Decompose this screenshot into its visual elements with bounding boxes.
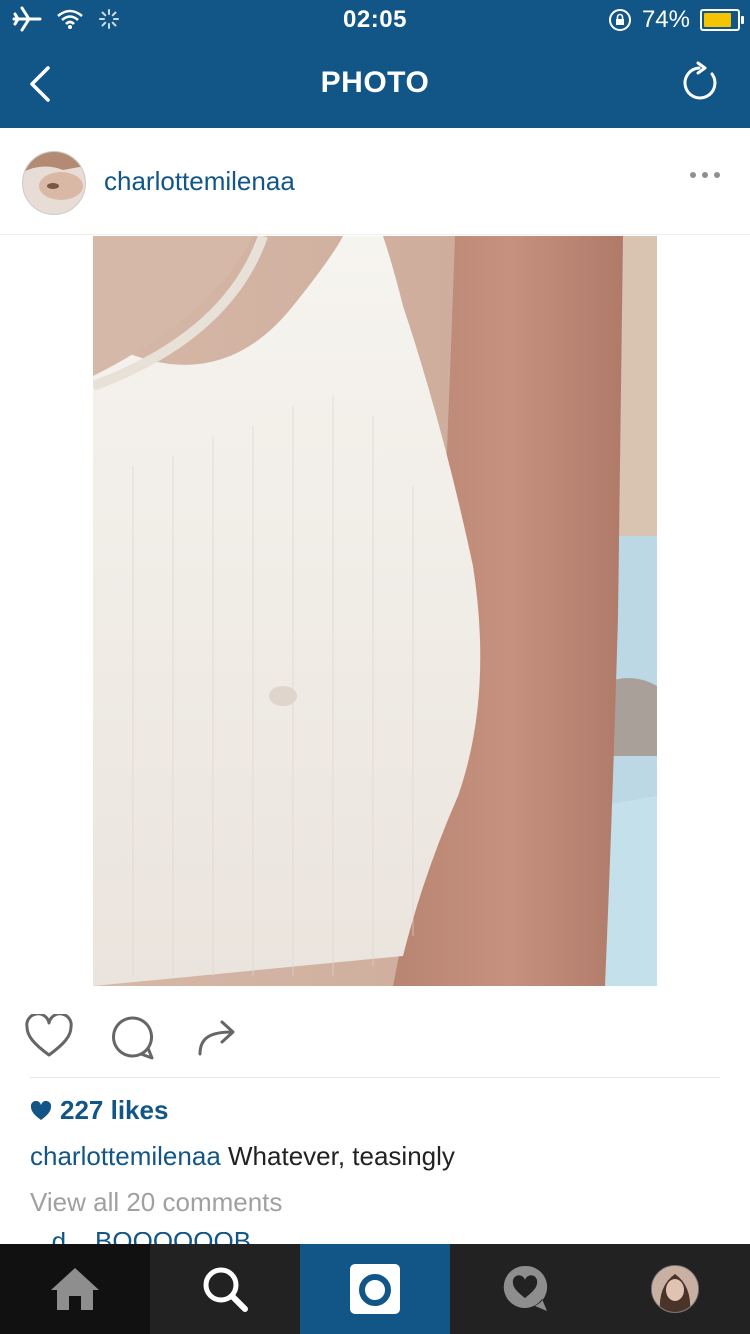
home-icon (51, 1268, 99, 1310)
tab-profile[interactable] (600, 1244, 750, 1334)
actions-divider (30, 1077, 720, 1078)
top-bar: 02:05 74% PHOTO (0, 0, 750, 128)
search-icon (203, 1267, 248, 1312)
rotation-lock-icon (608, 9, 631, 31)
likes-label: 227 likes (60, 1095, 169, 1125)
heart-filled-icon (30, 1100, 52, 1120)
share-arrow-icon[interactable] (196, 1016, 238, 1056)
post-header: charlottemilenaa (0, 128, 750, 235)
caption: charlottemilenaa Whatever, teasingly (30, 1141, 455, 1172)
comment-icon[interactable] (108, 1014, 156, 1062)
tab-camera[interactable] (300, 1244, 450, 1334)
battery-icon (700, 9, 744, 31)
post-actions (0, 1006, 750, 1066)
refresh-icon[interactable] (676, 60, 722, 106)
tab-bar (0, 1244, 750, 1334)
likes-count[interactable]: 227 likes (30, 1095, 168, 1126)
post-photo[interactable] (93, 236, 657, 986)
tab-home[interactable] (0, 1244, 150, 1334)
more-dots-icon[interactable] (688, 168, 722, 182)
avatar[interactable] (22, 151, 86, 215)
caption-username[interactable]: charlottemilenaa (30, 1141, 221, 1171)
tab-search[interactable] (150, 1244, 300, 1334)
status-bar: 02:05 74% (0, 0, 750, 40)
profile-avatar-icon (651, 1265, 699, 1313)
post-username[interactable]: charlottemilenaa (104, 166, 295, 197)
battery-percent: 74% (641, 6, 690, 33)
view-all-comments-link[interactable]: View all 20 comments (30, 1187, 282, 1218)
tab-activity[interactable] (450, 1244, 600, 1334)
activity-heart-icon (503, 1265, 548, 1311)
page-title: PHOTO (320, 66, 430, 99)
status-right: 74% (608, 6, 744, 34)
caption-text: Whatever, teasingly (220, 1141, 455, 1171)
heart-outline-icon[interactable] (24, 1014, 74, 1058)
camera-icon (350, 1264, 400, 1314)
partial-comment: ...d... BOOOOOOB (30, 1232, 330, 1244)
partial-comment-text: ...d... BOOOOOOB (30, 1232, 330, 1244)
